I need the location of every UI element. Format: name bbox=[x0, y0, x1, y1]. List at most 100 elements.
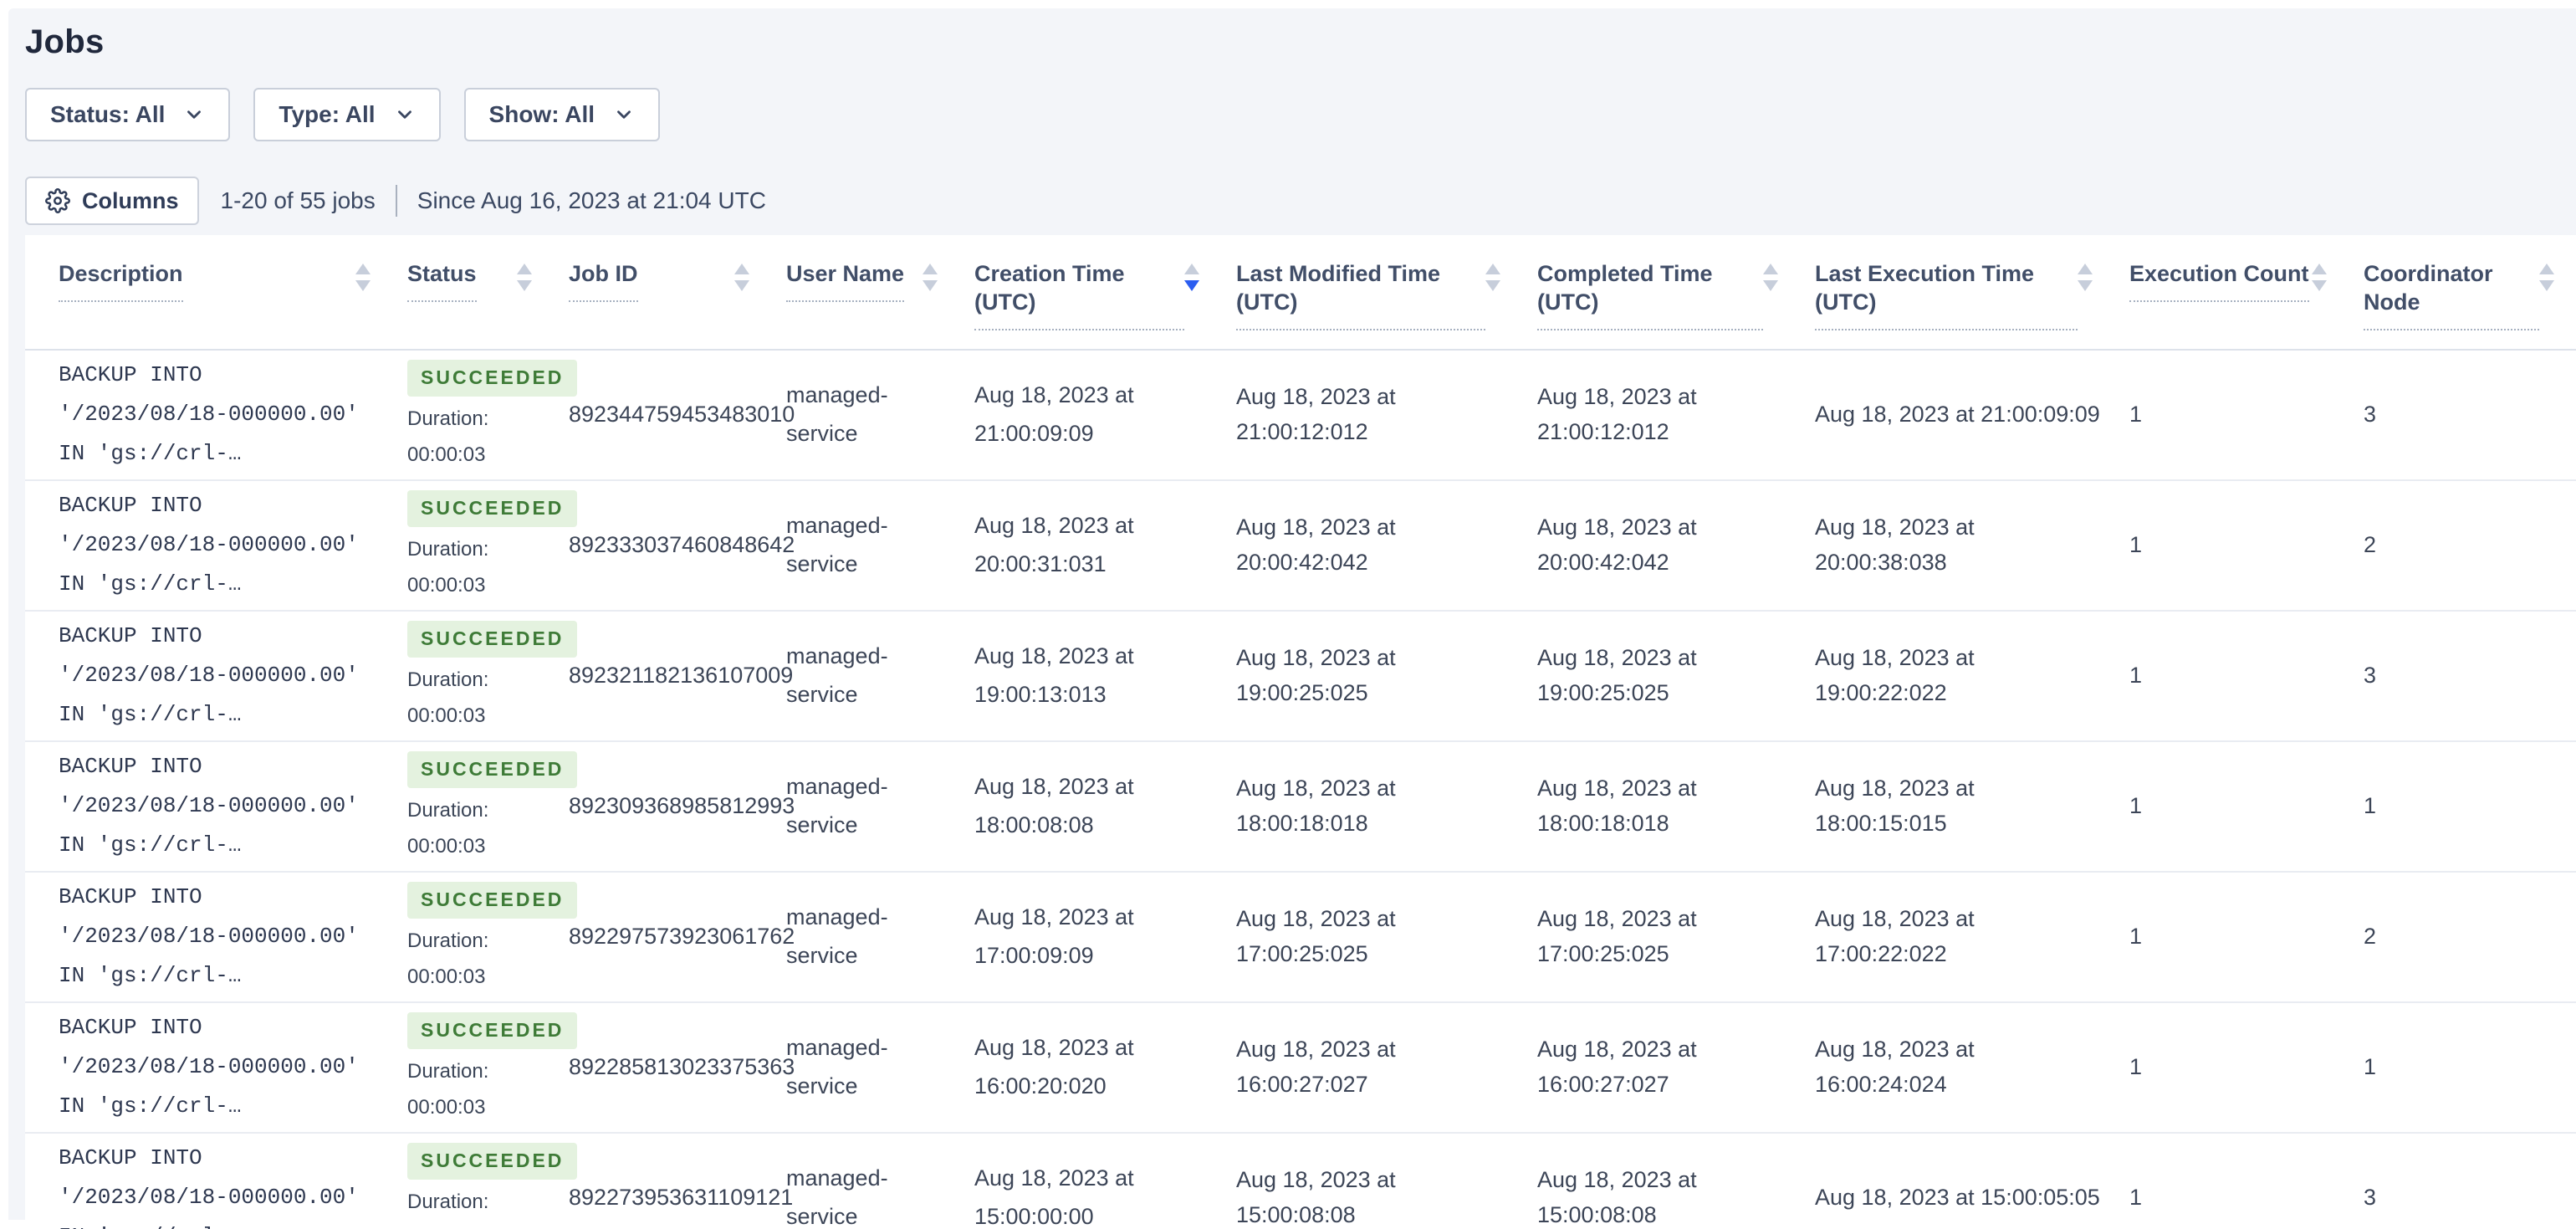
table-row: BACKUP INTO '/2023/08/18-000000.00' IN '… bbox=[25, 1003, 2576, 1134]
filter-dropdown[interactable]: Type: All bbox=[253, 88, 440, 141]
completed-time: Aug 18, 2023 at 16:00:27:027 bbox=[1537, 1032, 1815, 1103]
job-description-link[interactable]: BACKUP INTO '/2023/08/18-000000.00' IN '… bbox=[59, 356, 391, 473]
table-row: BACKUP INTO '/2023/08/18-000000.00' IN '… bbox=[25, 612, 2576, 742]
column-header-label: Job ID bbox=[569, 260, 638, 302]
last-modified-time: Aug 18, 2023 at 15:00:08:08 bbox=[1236, 1163, 1537, 1229]
job-status-cell: SUCCEEDED Duration: 00:00:03 bbox=[407, 1143, 569, 1229]
execution-count: 1 bbox=[2129, 528, 2364, 563]
last-execution-time: Aug 18, 2023 at 16:00:24:024 bbox=[1815, 1032, 2129, 1103]
column-header[interactable]: Status bbox=[407, 260, 569, 330]
sort-desc-arrow bbox=[355, 280, 371, 291]
filter-bar: Status: All Type: All Show: All bbox=[25, 88, 2576, 141]
user-name: managed-service bbox=[786, 899, 913, 976]
sort-desc-arrow bbox=[1184, 280, 1199, 291]
filter-dropdown[interactable]: Status: All bbox=[25, 88, 230, 141]
jobs-page: Jobs Status: All Type: All Show: All Col… bbox=[8, 8, 2576, 1220]
sort-arrows-icon[interactable] bbox=[2312, 264, 2327, 291]
sort-arrows-icon[interactable] bbox=[734, 264, 749, 291]
sort-arrows-icon[interactable] bbox=[517, 264, 532, 291]
status-badge: SUCCEEDED bbox=[407, 751, 577, 788]
sort-arrows-icon[interactable] bbox=[1184, 264, 1199, 291]
table-row: BACKUP INTO '/2023/08/18-000000.00' IN '… bbox=[25, 742, 2576, 873]
duration-value: 00:00:03 bbox=[407, 442, 485, 469]
sort-arrows-icon[interactable] bbox=[2539, 264, 2554, 291]
sort-asc-arrow bbox=[2312, 264, 2327, 274]
column-header[interactable]: Creation Time (UTC) bbox=[974, 260, 1236, 330]
status-badge: SUCCEEDED bbox=[407, 1143, 577, 1180]
creation-time: Aug 18, 2023 at 15:00:00:00 bbox=[974, 1160, 1173, 1229]
last-modified-time: Aug 18, 2023 at 20:00:42:042 bbox=[1236, 510, 1537, 581]
column-header[interactable]: Execution Count bbox=[2129, 260, 2364, 330]
creation-time: Aug 18, 2023 at 19:00:13:013 bbox=[974, 638, 1173, 714]
job-description-link[interactable]: BACKUP INTO '/2023/08/18-000000.00' IN '… bbox=[59, 747, 391, 864]
job-description-link[interactable]: BACKUP INTO '/2023/08/18-000000.00' IN '… bbox=[59, 1139, 391, 1229]
job-id: 892309368985812993 bbox=[569, 789, 786, 824]
table-row: BACKUP INTO '/2023/08/18-000000.00' IN '… bbox=[25, 873, 2576, 1003]
duration-value: 00:00:03 bbox=[407, 964, 485, 991]
columns-button[interactable]: Columns bbox=[25, 177, 199, 225]
column-header[interactable]: Last Execution Time (UTC) bbox=[1815, 260, 2129, 330]
duration-label: Duration: bbox=[407, 536, 488, 563]
last-modified-time: Aug 18, 2023 at 19:00:25:025 bbox=[1236, 641, 1537, 711]
job-status-cell: SUCCEEDED Duration: 00:00:03 bbox=[407, 360, 569, 469]
jobs-since-text: Since Aug 16, 2023 at 21:04 UTC bbox=[417, 187, 766, 214]
status-badge: SUCCEEDED bbox=[407, 490, 577, 527]
job-description-link[interactable]: BACKUP INTO '/2023/08/18-000000.00' IN '… bbox=[59, 1008, 391, 1125]
chevron-down-icon bbox=[394, 104, 416, 125]
duration-label: Duration: bbox=[407, 667, 488, 694]
user-name: managed-service bbox=[786, 376, 913, 453]
creation-time: Aug 18, 2023 at 21:00:09:09 bbox=[974, 376, 1173, 453]
sort-asc-arrow bbox=[1485, 264, 1500, 274]
column-header[interactable]: Job ID bbox=[569, 260, 786, 330]
table-row: BACKUP INTO '/2023/08/18-000000.00' IN '… bbox=[25, 351, 2576, 481]
column-header-label: Completed Time (UTC) bbox=[1537, 260, 1763, 330]
job-id: 892333037460848642 bbox=[569, 528, 786, 563]
completed-time: Aug 18, 2023 at 21:00:12:012 bbox=[1537, 380, 1815, 450]
sort-arrows-icon[interactable] bbox=[1763, 264, 1778, 291]
filter-dropdown-label: Status: All bbox=[50, 101, 165, 128]
column-header-label: Coordinator Node bbox=[2364, 260, 2539, 330]
column-header[interactable]: Coordinator Node bbox=[2364, 260, 2576, 330]
duration-label: Duration: bbox=[407, 1189, 488, 1216]
coordinator-node: 2 bbox=[2364, 528, 2576, 563]
coordinator-node: 3 bbox=[2364, 658, 2576, 694]
jobs-count-text: 1-20 of 55 jobs bbox=[221, 187, 376, 214]
user-name: managed-service bbox=[786, 1160, 913, 1229]
duration-label: Duration: bbox=[407, 406, 488, 433]
job-description-link[interactable]: BACKUP INTO '/2023/08/18-000000.00' IN '… bbox=[59, 486, 391, 603]
sort-asc-arrow bbox=[1763, 264, 1778, 274]
job-description-link[interactable]: BACKUP INTO '/2023/08/18-000000.00' IN '… bbox=[59, 617, 391, 734]
user-name: managed-service bbox=[786, 1029, 913, 1106]
last-modified-time: Aug 18, 2023 at 18:00:18:018 bbox=[1236, 771, 1537, 842]
table-row: BACKUP INTO '/2023/08/18-000000.00' IN '… bbox=[25, 481, 2576, 612]
job-id: 892285813023375363 bbox=[569, 1050, 786, 1085]
sort-arrows-icon[interactable] bbox=[923, 264, 938, 291]
chevron-down-icon bbox=[613, 104, 635, 125]
last-execution-time: Aug 18, 2023 at 20:00:38:038 bbox=[1815, 510, 2129, 581]
sort-desc-arrow bbox=[923, 280, 938, 291]
creation-time: Aug 18, 2023 at 18:00:08:08 bbox=[974, 768, 1173, 845]
column-header[interactable]: User Name bbox=[786, 260, 974, 330]
sort-arrows-icon[interactable] bbox=[1485, 264, 1500, 291]
sort-asc-arrow bbox=[2078, 264, 2093, 274]
status-badge: SUCCEEDED bbox=[407, 1012, 577, 1049]
columns-button-label: Columns bbox=[82, 188, 179, 214]
filter-dropdown[interactable]: Show: All bbox=[464, 88, 661, 141]
sort-asc-arrow bbox=[734, 264, 749, 274]
sort-arrows-icon[interactable] bbox=[355, 264, 371, 291]
column-header[interactable]: Completed Time (UTC) bbox=[1537, 260, 1815, 330]
job-description-link[interactable]: BACKUP INTO '/2023/08/18-000000.00' IN '… bbox=[59, 878, 391, 995]
job-id: 892344759453483010 bbox=[569, 397, 786, 433]
sort-arrows-icon[interactable] bbox=[2078, 264, 2093, 291]
last-modified-time: Aug 18, 2023 at 21:00:12:012 bbox=[1236, 380, 1537, 450]
last-execution-time: Aug 18, 2023 at 21:00:09:09 bbox=[1815, 397, 2129, 433]
execution-count: 1 bbox=[2129, 919, 2364, 955]
column-header[interactable]: Description bbox=[59, 260, 407, 330]
duration-value: 00:00:03 bbox=[407, 833, 485, 860]
page-title: Jobs bbox=[25, 23, 2576, 61]
column-header[interactable]: Last Modified Time (UTC) bbox=[1236, 260, 1537, 330]
table-row: BACKUP INTO '/2023/08/18-000000.00' IN '… bbox=[25, 1134, 2576, 1229]
last-execution-time: Aug 18, 2023 at 15:00:05:05 bbox=[1815, 1180, 2129, 1216]
job-status-cell: SUCCEEDED Duration: 00:00:03 bbox=[407, 882, 569, 991]
sort-asc-arrow bbox=[355, 264, 371, 274]
